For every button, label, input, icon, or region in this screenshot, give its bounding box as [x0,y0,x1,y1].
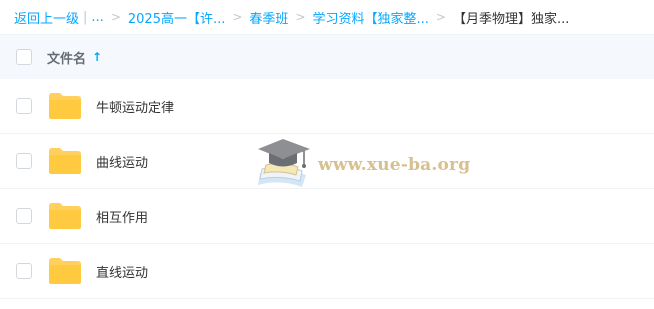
folder-icon [49,148,81,174]
chevron-right-icon: > [232,10,243,24]
breadcrumb-item-ellipsis[interactable]: ... [91,10,103,25]
row-checkbox[interactable] [16,263,32,279]
row-checkbox[interactable] [16,153,32,169]
list-item[interactable]: 牛顿运动定律 [0,79,654,134]
arrow-up-icon[interactable]: ↑ [92,50,102,64]
folder-icon [49,258,81,284]
column-header-name[interactable]: 文件名 [47,48,86,67]
breadcrumb-item-course[interactable]: 2025高一【许... [128,8,225,27]
folder-icon [49,203,81,229]
file-list-header: 文件名 ↑ [0,34,654,79]
list-item[interactable]: 曲线运动 [0,134,654,189]
list-item[interactable]: 直线运动 [0,244,654,299]
select-all-checkbox[interactable] [16,49,32,65]
list-item[interactable]: 相互作用 [0,189,654,244]
chevron-right-icon: > [435,10,446,24]
breadcrumb-divider: | [83,9,88,25]
row-checkbox[interactable] [16,98,32,114]
back-link[interactable]: 返回上一级 [14,8,79,27]
chevron-right-icon: > [110,10,121,24]
folder-name[interactable]: 牛顿运动定律 [96,97,174,116]
chevron-right-icon: > [295,10,306,24]
file-list: 牛顿运动定律 曲线运动 相互作用 直线运动 [0,79,654,299]
row-checkbox[interactable] [16,208,32,224]
folder-name[interactable]: 曲线运动 [96,152,148,171]
folder-name[interactable]: 相互作用 [96,207,148,226]
folder-name[interactable]: 直线运动 [96,262,148,281]
folder-icon [49,93,81,119]
breadcrumb-item-current: 【月季物理】独家... [452,11,570,27]
breadcrumb: 返回上一级 | ... > 2025高一【许... > 春季班 > 学习资料【独… [0,0,654,34]
breadcrumb-item-term[interactable]: 春季班 [249,8,288,27]
breadcrumb-item-materials[interactable]: 学习资料【独家整... [313,8,429,27]
